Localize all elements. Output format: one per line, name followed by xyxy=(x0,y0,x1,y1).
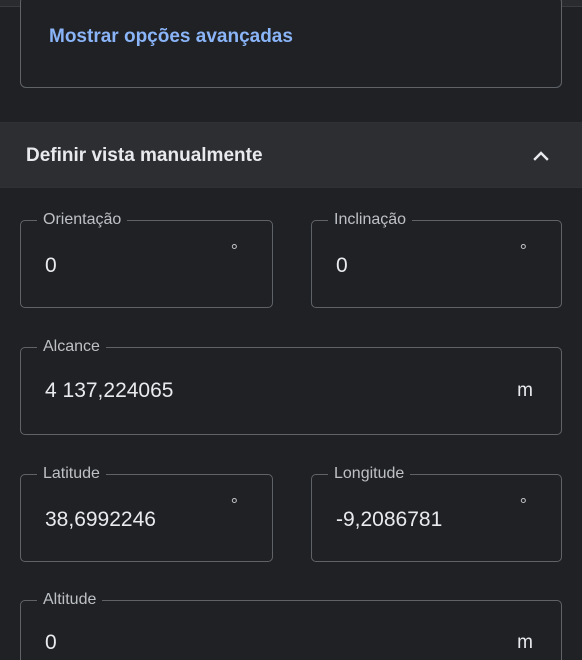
range-field[interactable]: Alcance 4 137,224065 m xyxy=(20,336,562,435)
tilt-field[interactable]: Inclinação 0 ° xyxy=(311,209,562,308)
orientation-field[interactable]: Orientação 0 ° xyxy=(20,209,273,308)
chevron-up-icon[interactable] xyxy=(530,145,552,167)
orientation-label: Orientação xyxy=(37,209,128,231)
tilt-label: Inclinação xyxy=(328,209,413,231)
altitude-input[interactable]: 0 xyxy=(45,630,57,656)
range-input[interactable]: 4 137,224065 xyxy=(45,378,173,404)
show-advanced-options-link[interactable]: Mostrar opções avançadas xyxy=(49,26,293,48)
orientation-unit: ° xyxy=(230,241,238,261)
define-view-manually-header[interactable]: Definir vista manualmente xyxy=(0,122,582,188)
longitude-label: Longitude xyxy=(328,463,411,485)
latitude-field[interactable]: Latitude 38,6992246 ° xyxy=(20,463,273,562)
latitude-unit: ° xyxy=(230,495,238,515)
altitude-unit: m xyxy=(517,632,533,653)
manual-view-panel: Mostrar opções avançadas Definir vista m… xyxy=(0,0,582,660)
longitude-unit: ° xyxy=(519,495,527,515)
altitude-label: Altitude xyxy=(37,589,103,611)
tilt-input[interactable]: 0 xyxy=(336,253,348,279)
altitude-field[interactable]: Altitude 0 m xyxy=(20,589,562,660)
latitude-label: Latitude xyxy=(37,463,106,485)
tilt-unit: ° xyxy=(519,241,527,261)
range-unit: m xyxy=(517,380,533,401)
section-title: Definir vista manualmente xyxy=(26,145,263,166)
latitude-input[interactable]: 38,6992246 xyxy=(45,507,156,533)
range-label: Alcance xyxy=(37,336,106,358)
longitude-input[interactable]: -9,2086781 xyxy=(336,507,442,533)
longitude-field[interactable]: Longitude -9,2086781 ° xyxy=(311,463,562,562)
orientation-input[interactable]: 0 xyxy=(45,253,57,279)
advanced-options-box: Mostrar opções avançadas xyxy=(20,0,562,88)
